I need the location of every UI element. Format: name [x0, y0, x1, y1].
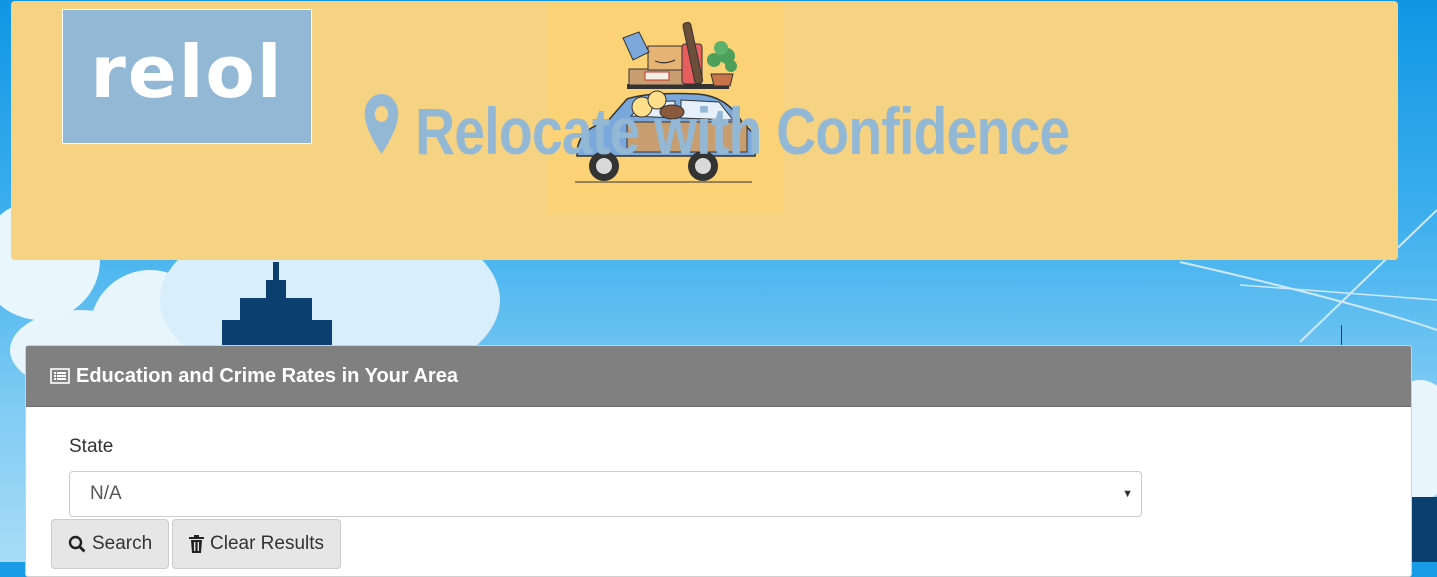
tagline-text: Relocate with Confidence — [415, 94, 1070, 168]
list-alt-icon — [50, 368, 70, 384]
search-button-label: Search — [92, 533, 153, 554]
header-banner: relol Relocate with Confidence — [11, 1, 1398, 260]
clear-results-label: Clear Results — [210, 533, 325, 554]
state-select[interactable]: N/A ▼ — [69, 471, 1142, 517]
state-label: State — [69, 436, 114, 457]
tagline: Relocate with Confidence — [363, 91, 1070, 171]
chevron-down-icon: ▼ — [1122, 488, 1133, 500]
map-marker-icon — [363, 92, 400, 171]
state-select-value: N/A — [90, 483, 122, 504]
logo-text: relol — [90, 29, 284, 114]
search-icon — [68, 535, 86, 553]
logo[interactable]: relol — [62, 9, 312, 144]
search-panel: Education and Crime Rates in Your Area S… — [25, 345, 1412, 577]
trash-icon — [189, 535, 204, 553]
panel-header: Education and Crime Rates in Your Area — [26, 346, 1411, 407]
panel-title: Education and Crime Rates in Your Area — [76, 364, 458, 387]
